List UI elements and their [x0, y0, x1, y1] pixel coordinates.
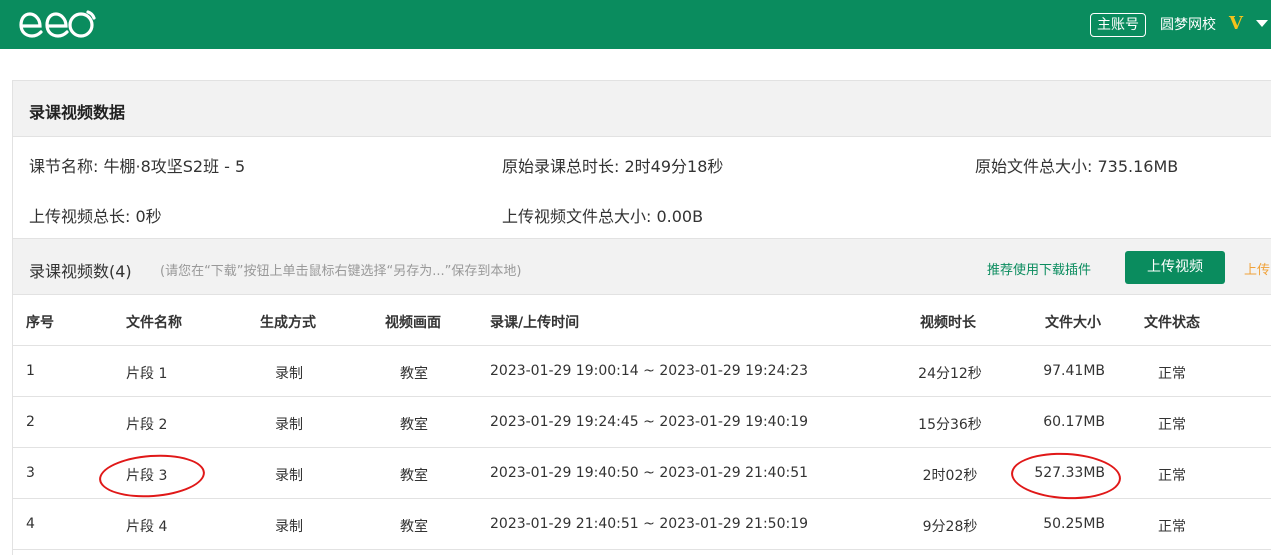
row-mode: 录制: [275, 417, 303, 433]
table-header: 序号 文件名称 生成方式 视频画面 录课/上传时间 视频时长 文件大小 文件状态: [13, 295, 1271, 346]
chevron-down-icon[interactable]: [1256, 20, 1268, 27]
row-duration: 24分12秒: [918, 366, 982, 382]
row-size: 60.17MB: [1043, 414, 1105, 430]
row-status: 正常: [1158, 468, 1186, 484]
table-row[interactable]: 2 片段 2 录制 教室 2023-01-29 19:24:45 ~ 2023-…: [13, 397, 1271, 448]
upload-duration: 上传视频总长: 0秒: [29, 207, 162, 226]
red-circle-annotation: [1009, 450, 1123, 502]
col-record-time: 录课/上传时间: [490, 315, 580, 331]
col-file-size: 文件大小: [1045, 315, 1101, 331]
row-file-name: 片段 1: [126, 366, 168, 382]
row-status: 正常: [1158, 417, 1186, 433]
vip-badge-icon: V: [1229, 13, 1243, 34]
row-view: 教室: [400, 417, 428, 433]
col-video-view: 视频画面: [385, 315, 441, 331]
red-circle-annotation: [97, 451, 207, 501]
row-index: 3: [26, 465, 35, 481]
row-status: 正常: [1158, 519, 1186, 535]
row-duration: 9分28秒: [922, 519, 978, 535]
download-plugin-link[interactable]: 推荐使用下载插件: [987, 259, 1091, 278]
eeo-logo[interactable]: [18, 6, 96, 42]
row-index: 4: [26, 516, 35, 532]
panel-title: 录课视频数据: [29, 103, 126, 122]
row-index: 2: [26, 414, 35, 430]
row-file-name: 片段 4: [126, 519, 168, 535]
upload-video-button[interactable]: 上传视频: [1125, 251, 1225, 284]
row-mode: 录制: [275, 519, 303, 535]
upload-size: 上传视频文件总大小: 0.00B: [502, 207, 704, 226]
row-file-name: 片段 2: [126, 417, 168, 433]
row-duration: 15分36秒: [918, 417, 982, 433]
row-mode: 录制: [275, 468, 303, 484]
table-row[interactable]: 1 片段 1 录制 教室 2023-01-29 19:00:14 ~ 2023-…: [13, 346, 1271, 397]
row-view: 教室: [400, 519, 428, 535]
col-duration: 视频时长: [920, 315, 976, 331]
panel-header: 录课视频数据: [13, 81, 1271, 137]
upload-link[interactable]: 上传: [1244, 259, 1270, 278]
download-hint: (请您在“下载”按钮上单击鼠标右键选择“另存为...”保存到本地): [160, 264, 522, 279]
row-time: 2023-01-29 19:24:45 ~ 2023-01-29 19:40:1…: [490, 414, 809, 430]
row-time: 2023-01-29 21:40:51 ~ 2023-01-29 21:50:1…: [490, 516, 809, 532]
col-index: 序号: [26, 315, 54, 331]
school-name[interactable]: 圆梦网校: [1160, 13, 1216, 37]
col-generation-mode: 生成方式: [260, 315, 316, 331]
row-size: 50.25MB: [1043, 516, 1105, 532]
row-index: 1: [26, 363, 35, 379]
table-row[interactable]: 3 片段 3 录制 教室 2023-01-29 19:40:50 ~ 2023-…: [13, 448, 1271, 502]
lesson-name: 课节名称: 牛棚·8攻坚S2班 - 5: [29, 157, 246, 176]
row-duration: 2时02秒: [922, 468, 978, 484]
row-status: 正常: [1158, 366, 1186, 382]
row-size: 97.41MB: [1043, 363, 1105, 379]
row-view: 教室: [400, 468, 428, 484]
row-time: 2023-01-29 19:40:50 ~ 2023-01-29 21:40:5…: [490, 465, 809, 481]
table-row[interactable]: 4 片段 4 录制 教室 2023-01-29 21:40:51 ~ 2023-…: [13, 499, 1271, 550]
row-mode: 录制: [275, 366, 303, 382]
col-file-status: 文件状态: [1144, 315, 1200, 331]
original-size: 原始文件总大小: 735.16MB: [975, 157, 1179, 176]
row-time: 2023-01-29 19:00:14 ~ 2023-01-29 19:24:2…: [490, 363, 809, 379]
top-bar: 主账号 圆梦网校 V: [0, 0, 1271, 49]
main-account-button[interactable]: 主账号: [1090, 13, 1146, 37]
row-view: 教室: [400, 366, 428, 382]
video-list-header: 录课视频数(4) (请您在“下载”按钮上单击鼠标右键选择“另存为...”保存到本…: [13, 238, 1271, 295]
original-duration: 原始录课总时长: 2时49分18秒: [502, 157, 724, 176]
col-file-name: 文件名称: [126, 315, 182, 331]
recording-data-panel: 录课视频数据 课节名称: 牛棚·8攻坚S2班 - 5 原始录课总时长: 2时49…: [12, 80, 1271, 555]
video-count-title: 录课视频数(4): [29, 262, 132, 281]
